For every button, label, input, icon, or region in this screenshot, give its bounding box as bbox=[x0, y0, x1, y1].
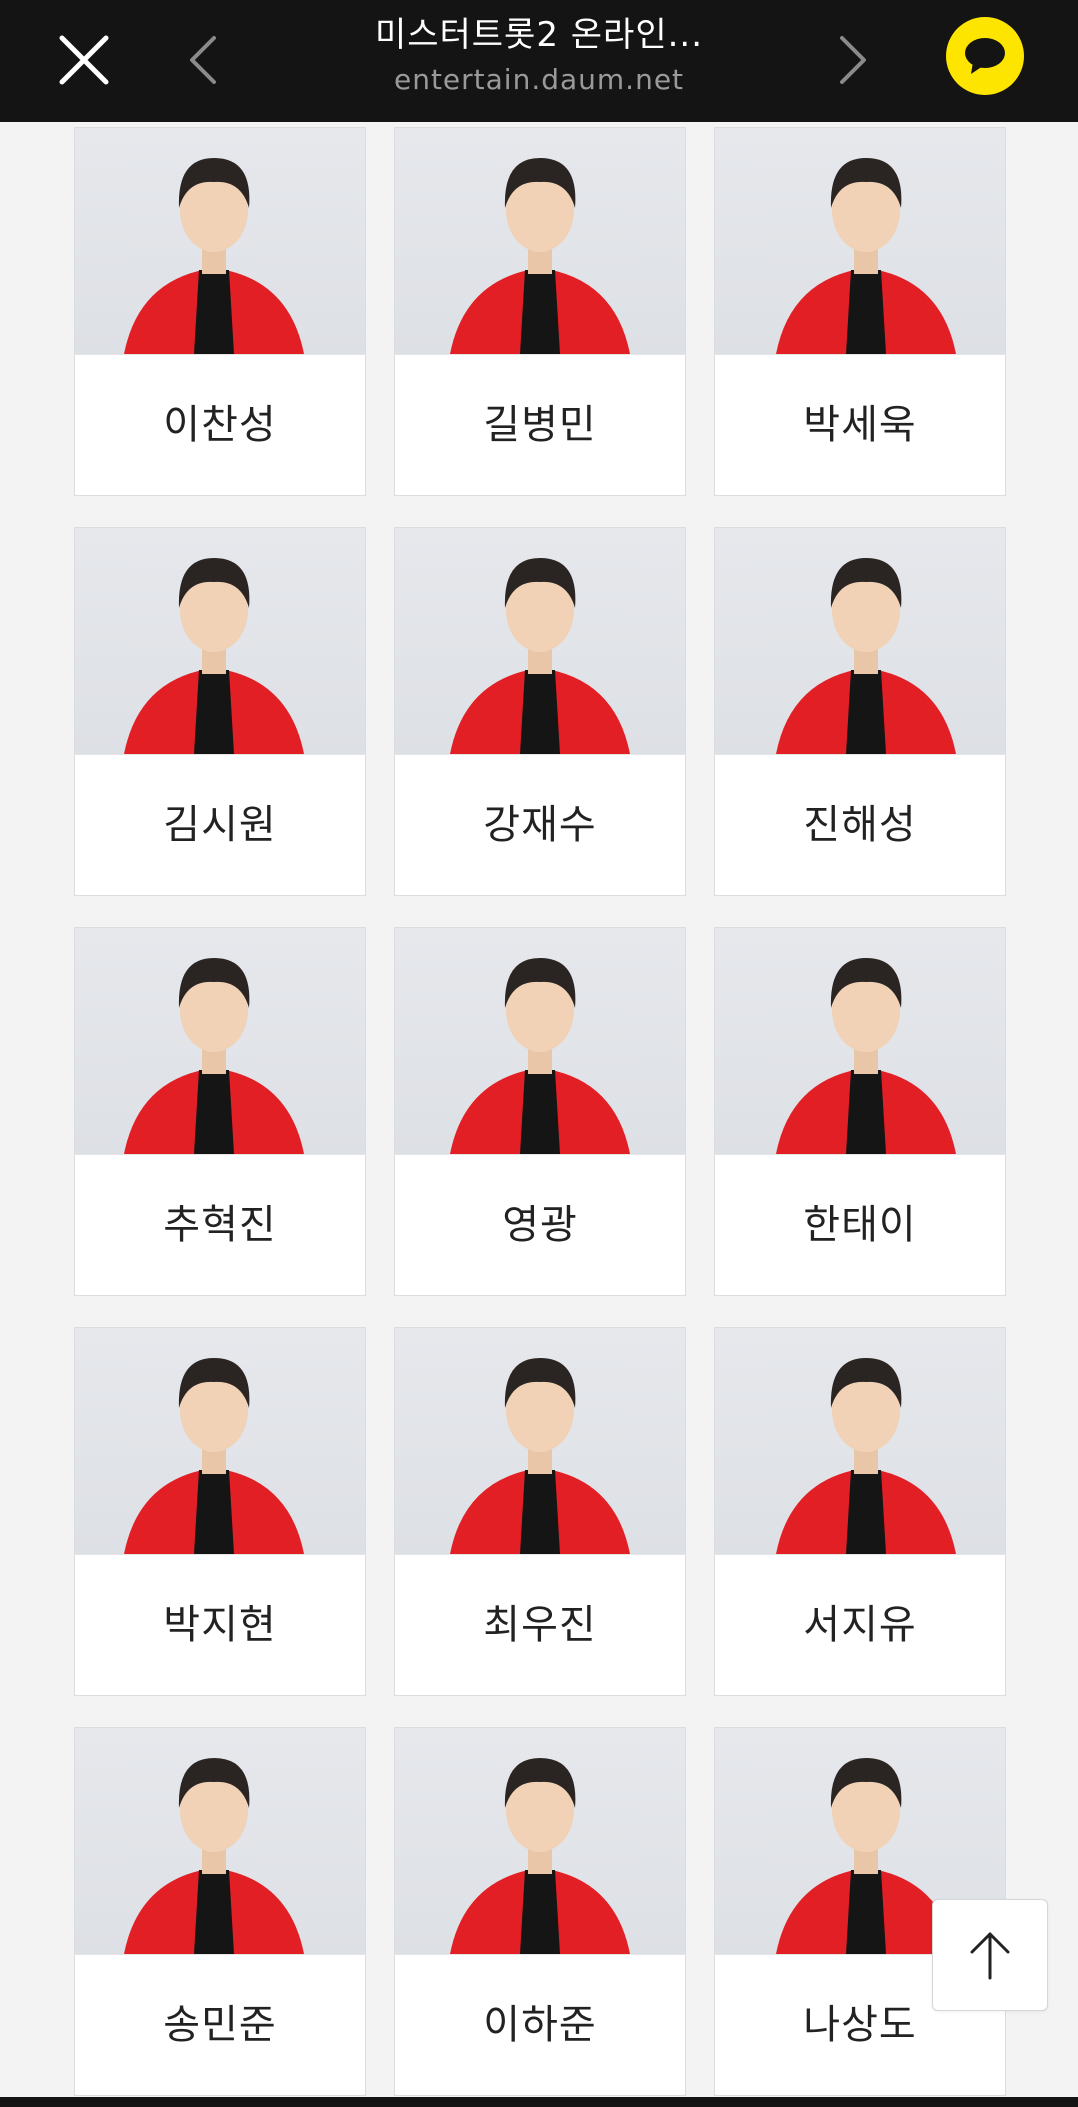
contestant-card[interactable]: 박세욱 bbox=[714, 127, 1006, 496]
contestant-name: 박지현 bbox=[163, 1602, 277, 1648]
next-button[interactable] bbox=[828, 30, 876, 90]
contestant-name: 영광 bbox=[502, 1202, 578, 1248]
contestant-photo bbox=[395, 1328, 685, 1555]
contestant-name: 한태이 bbox=[803, 1202, 917, 1248]
contestant-name: 서지유 bbox=[803, 1602, 917, 1648]
page-title-block: 미스터트롯2 온라인... entertain.daum.net bbox=[280, 10, 798, 100]
contestant-photo bbox=[395, 528, 685, 755]
contestant-card[interactable]: 강재수 bbox=[394, 527, 686, 896]
contestant-photo bbox=[715, 1328, 1005, 1555]
contestant-card[interactable]: 김시원 bbox=[74, 527, 366, 896]
contestant-card[interactable]: 추혁진 bbox=[74, 927, 366, 1296]
person-silhouette-icon bbox=[124, 958, 304, 1154]
person-silhouette-icon bbox=[776, 958, 956, 1154]
contestant-photo bbox=[395, 928, 685, 1155]
contestant-name: 박세욱 bbox=[803, 402, 917, 448]
scroll-to-top-button[interactable] bbox=[932, 1899, 1048, 2011]
contestant-name: 최우진 bbox=[483, 1602, 597, 1648]
contestant-name: 이찬성 bbox=[163, 402, 277, 448]
person-silhouette-icon bbox=[124, 1758, 304, 1954]
person-silhouette-icon bbox=[124, 558, 304, 754]
contestant-name: 강재수 bbox=[483, 802, 597, 848]
previous-button[interactable] bbox=[180, 30, 228, 90]
contestant-card[interactable]: 이하준 bbox=[394, 1727, 686, 2096]
contestant-photo bbox=[395, 1728, 685, 1955]
contestant-photo bbox=[395, 128, 685, 355]
contestant-photo bbox=[75, 928, 365, 1155]
person-silhouette-icon bbox=[450, 158, 630, 354]
contestant-name: 진해성 bbox=[803, 802, 917, 848]
contestant-photo bbox=[715, 128, 1005, 355]
contestant-photo bbox=[75, 1728, 365, 1955]
contestant-card[interactable]: 영광 bbox=[394, 927, 686, 1296]
chevron-left-icon bbox=[190, 36, 216, 84]
close-button[interactable] bbox=[52, 28, 116, 92]
contestant-photo bbox=[715, 928, 1005, 1155]
person-silhouette-icon bbox=[450, 558, 630, 754]
chevron-right-icon bbox=[840, 36, 866, 84]
contestant-name: 추혁진 bbox=[163, 1202, 277, 1248]
person-silhouette-icon bbox=[450, 1758, 630, 1954]
contestant-card[interactable]: 송민준 bbox=[74, 1727, 366, 2096]
contestant-photo bbox=[75, 1328, 365, 1555]
contestant-card[interactable]: 박지현 bbox=[74, 1327, 366, 1696]
contestant-card[interactable]: 최우진 bbox=[394, 1327, 686, 1696]
contestant-name: 이하준 bbox=[483, 2002, 597, 2048]
kakaotalk-chat-icon bbox=[965, 38, 1005, 74]
person-silhouette-icon bbox=[776, 158, 956, 354]
contestant-card[interactable]: 진해성 bbox=[714, 527, 1006, 896]
close-icon bbox=[59, 35, 109, 85]
contestant-photo bbox=[75, 528, 365, 755]
contestant-card[interactable]: 한태이 bbox=[714, 927, 1006, 1296]
person-silhouette-icon bbox=[776, 558, 956, 754]
contestant-card[interactable]: 길병민 bbox=[394, 127, 686, 496]
contestant-photo bbox=[715, 528, 1005, 755]
person-silhouette-icon bbox=[776, 1358, 956, 1554]
person-silhouette-icon bbox=[124, 158, 304, 354]
kakaotalk-share-button[interactable] bbox=[946, 17, 1024, 95]
contestant-name: 김시원 bbox=[163, 802, 277, 848]
person-silhouette-icon bbox=[450, 1358, 630, 1554]
contestant-card[interactable]: 서지유 bbox=[714, 1327, 1006, 1696]
person-silhouette-icon bbox=[450, 958, 630, 1154]
contestant-name: 송민준 bbox=[163, 2002, 277, 2048]
page-url: entertain.daum.net bbox=[393, 63, 685, 96]
bottom-edge bbox=[0, 2097, 1078, 2107]
person-silhouette-icon bbox=[124, 1358, 304, 1554]
page-title: 미스터트롯2 온라인... bbox=[374, 15, 704, 55]
contestant-card[interactable]: 이찬성 bbox=[74, 127, 366, 496]
arrow-up-icon bbox=[970, 1932, 1010, 1980]
contestant-name: 길병민 bbox=[483, 402, 597, 448]
contestant-photo bbox=[75, 128, 365, 355]
top-bar: 미스터트롯2 온라인... entertain.daum.net bbox=[0, 0, 1078, 122]
contestant-grid: 이찬성 길병민 박세욱김시원 강재수 진해성추혁진 영광 한태이박지현 최우진 서지유송민준 이하… bbox=[74, 127, 1006, 2096]
